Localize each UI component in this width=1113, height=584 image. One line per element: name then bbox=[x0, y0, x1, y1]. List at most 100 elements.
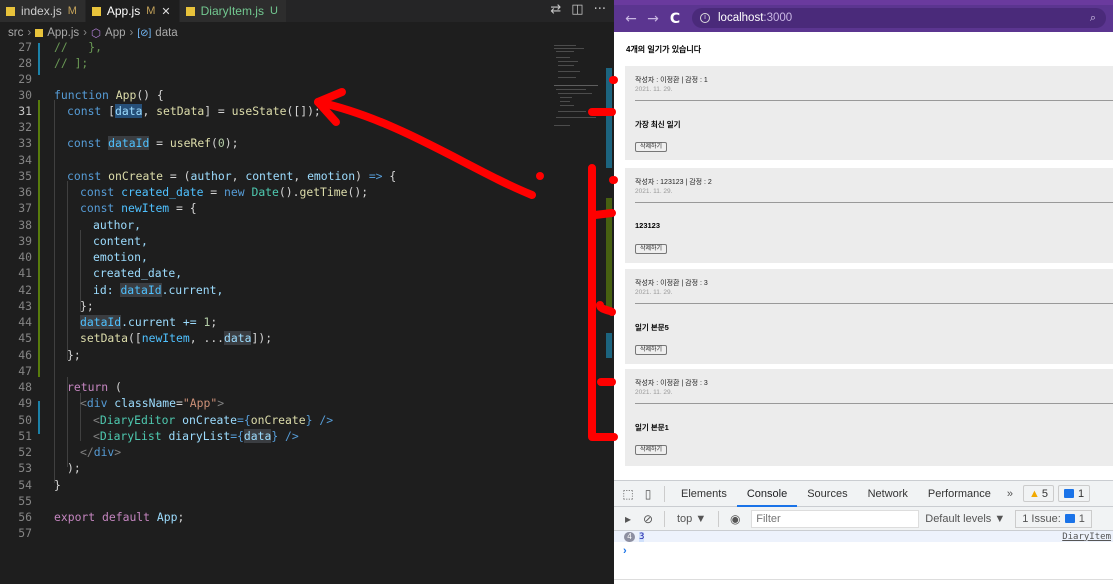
tab-index-js[interactable]: index.js M bbox=[0, 0, 86, 22]
diary-date: 2021. 11. 29. bbox=[635, 86, 673, 93]
line-number: 27 bbox=[18, 40, 32, 54]
split-editor-icon[interactable]: ◫ bbox=[571, 2, 583, 17]
code-line: 33 const dataId = useRef(0); bbox=[0, 135, 550, 151]
chevron-right-icon: › bbox=[83, 27, 87, 39]
more-tabs-icon[interactable]: » bbox=[1001, 488, 1019, 500]
delete-button[interactable]: 삭제하기 bbox=[635, 244, 668, 254]
code-line: 45 setData([newItem, ...data]); bbox=[0, 330, 550, 346]
compare-changes-icon[interactable]: ⇄ bbox=[550, 2, 561, 17]
url-host: localhost bbox=[718, 12, 764, 24]
browser-window: ← → C i localhost:3000 ⌕ 4개의 일기가 있습니다 작성… bbox=[614, 0, 1113, 584]
page-viewport: 4개의 일기가 있습니다 작성자 : 이정환 | 감정 : 1 2021. 11… bbox=[614, 32, 1113, 480]
drawer-divider bbox=[614, 579, 1113, 584]
line-number: 46 bbox=[18, 348, 32, 362]
breadcrumb-item-variable[interactable]: data bbox=[155, 27, 177, 39]
code-line: 43}; bbox=[0, 298, 550, 314]
line-number: 33 bbox=[18, 136, 32, 150]
code-line: 39 content, bbox=[0, 233, 550, 249]
delete-button[interactable]: 삭제하기 bbox=[635, 345, 668, 355]
repeat-count-badge: 4 bbox=[624, 531, 635, 542]
divider bbox=[635, 303, 1113, 304]
line-number: 36 bbox=[18, 185, 32, 199]
code-text: const newItem = { bbox=[80, 201, 197, 215]
line-number: 56 bbox=[18, 510, 32, 524]
live-expression-eye-icon[interactable]: ◉ bbox=[725, 512, 745, 526]
reload-button[interactable]: C bbox=[664, 11, 686, 27]
editor-tab-bar: index.js M App.js M ✕ DiaryItem.js U ⇄ ◫… bbox=[0, 0, 614, 22]
divider bbox=[635, 202, 1113, 203]
diary-item: 작성자 : 123123 | 감정 : 2 2021. 11. 29. 1231… bbox=[625, 168, 1113, 263]
code-text: const onCreate = (author, content, emoti… bbox=[67, 169, 397, 183]
line-number: 50 bbox=[18, 413, 32, 427]
browser-toolbar: ← → C i localhost:3000 ⌕ bbox=[614, 5, 1113, 32]
breadcrumb-item-file[interactable]: App.js bbox=[47, 27, 79, 39]
code-line: 29 bbox=[0, 71, 550, 87]
code-line: 30 function App() { bbox=[0, 87, 550, 103]
code-text: <DiaryEditor onCreate={onCreate} /> bbox=[93, 413, 334, 427]
delete-button[interactable]: 삭제하기 bbox=[635, 445, 668, 455]
console-toolbar: ▸ ⊘ top ▼ ◉ Default levels ▼ 1 Issue: 1 bbox=[614, 507, 1113, 531]
warnings-badge[interactable]: ▲ 5 bbox=[1023, 485, 1055, 502]
tab-label: App.js bbox=[106, 4, 141, 18]
inspect-element-icon[interactable]: ⬚ bbox=[618, 487, 638, 501]
address-bar[interactable]: i localhost:3000 ⌕ bbox=[692, 8, 1106, 28]
log-levels-select[interactable]: Default levels ▼ bbox=[925, 513, 1005, 525]
tab-performance[interactable]: Performance bbox=[918, 481, 1001, 507]
delete-button[interactable]: 삭제하기 bbox=[635, 142, 668, 152]
issues-count: 1 bbox=[1078, 512, 1085, 525]
diary-content: 가장 최신 일기 bbox=[635, 120, 681, 129]
message-icon bbox=[1064, 489, 1075, 498]
close-icon[interactable]: ✕ bbox=[161, 5, 170, 18]
divider bbox=[718, 510, 720, 527]
code-line: 51 <DiaryList diaryList={data} /> bbox=[0, 428, 550, 444]
tab-elements[interactable]: Elements bbox=[671, 481, 737, 507]
editor-scrollbar[interactable] bbox=[604, 43, 614, 584]
code-editor[interactable]: 27 // }, 28 // ]; 29 30 function App() { 31… bbox=[0, 40, 550, 584]
more-actions-icon[interactable]: ··· bbox=[594, 2, 606, 17]
code-line-current: 31 const [data, setData] = useState([]); bbox=[0, 103, 550, 119]
tab-network[interactable]: Network bbox=[858, 481, 918, 507]
forward-button[interactable]: → bbox=[642, 11, 664, 27]
console-filter-input[interactable] bbox=[751, 509, 920, 528]
code-line: 28 // ]; bbox=[0, 55, 550, 71]
code-line: 34 bbox=[0, 152, 550, 168]
breadcrumb-item-src[interactable]: src bbox=[8, 27, 23, 39]
console-prompt[interactable]: › bbox=[623, 545, 627, 557]
message-icon bbox=[1064, 514, 1075, 523]
breadcrumb-item-function[interactable]: App bbox=[105, 27, 125, 39]
tab-app-js[interactable]: App.js M ✕ bbox=[85, 0, 180, 22]
sidebar-toggle-icon[interactable]: ▸ bbox=[618, 512, 638, 526]
tab-console[interactable]: Console bbox=[736, 481, 798, 507]
site-info-icon[interactable]: i bbox=[700, 13, 710, 23]
tab-diaryitem-js[interactable]: DiaryItem.js U bbox=[179, 0, 287, 22]
code-line: 32 bbox=[0, 119, 550, 135]
code-text: const created_date = new Date().getTime(… bbox=[80, 185, 369, 199]
log-source-link[interactable]: DiaryItem bbox=[1062, 532, 1111, 542]
zoom-icon[interactable]: ⌕ bbox=[1090, 12, 1096, 25]
diary-item: 작성자 : 이정환 | 감정 : 1 2021. 11. 29. 가장 최신 일… bbox=[625, 66, 1113, 160]
code-line: 54} bbox=[0, 477, 550, 493]
line-number: 45 bbox=[18, 331, 32, 345]
context-select[interactable]: top ▼ bbox=[671, 513, 712, 525]
js-file-icon bbox=[35, 29, 44, 37]
code-text: emotion, bbox=[93, 250, 148, 264]
code-text: return ( bbox=[67, 380, 122, 394]
tab-sources[interactable]: Sources bbox=[797, 481, 857, 507]
device-toolbar-icon[interactable]: ▯ bbox=[638, 487, 658, 501]
line-number: 51 bbox=[18, 429, 32, 443]
devtools-tab-bar: ⬚ ▯ Elements Console Sources Network Per… bbox=[614, 481, 1113, 507]
code-text: const [data, setData] = useState([]); bbox=[67, 104, 321, 118]
minimap[interactable] bbox=[550, 43, 604, 133]
code-text: ); bbox=[67, 461, 81, 475]
warnings-count: 5 bbox=[1041, 487, 1049, 500]
js-file-icon bbox=[91, 6, 101, 16]
code-text: const dataId = useRef(0); bbox=[67, 136, 239, 150]
code-line: 55 bbox=[0, 493, 550, 509]
messages-badge[interactable]: 1 bbox=[1058, 485, 1091, 502]
issues-button[interactable]: 1 Issue: 1 bbox=[1015, 509, 1092, 528]
code-text: }; bbox=[80, 299, 94, 313]
back-button[interactable]: ← bbox=[620, 11, 642, 27]
clear-console-icon[interactable]: ⊘ bbox=[638, 512, 658, 526]
divider bbox=[664, 485, 665, 502]
code-text: export default App; bbox=[54, 510, 185, 524]
